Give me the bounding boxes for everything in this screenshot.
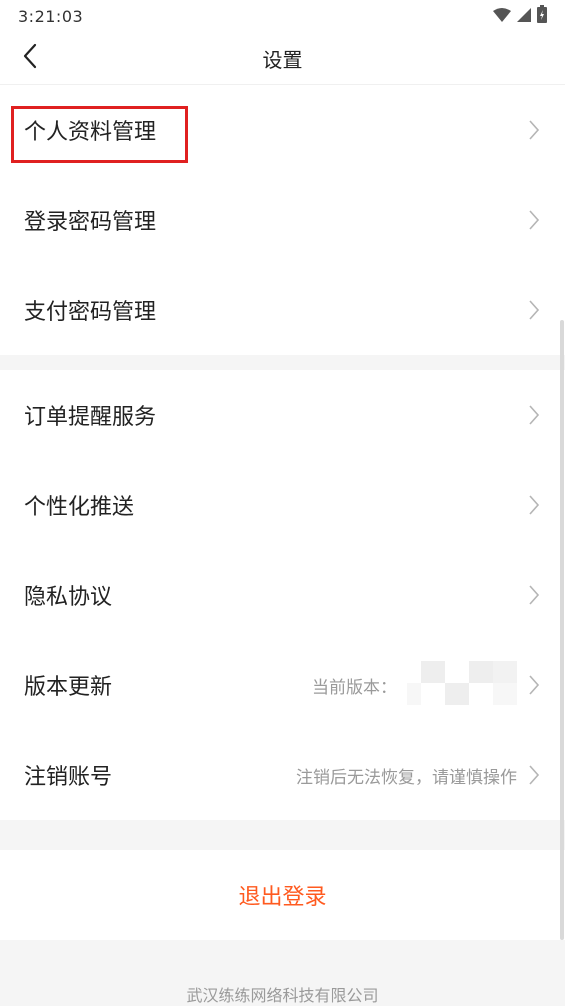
row-personalized-push[interactable]: 个性化推送	[0, 460, 565, 550]
settings-group-account: 个人资料管理 登录密码管理 支付密码管理	[0, 85, 565, 355]
row-privacy-agreement[interactable]: 隐私协议	[0, 550, 565, 640]
signal-icon	[517, 7, 531, 26]
row-order-reminder[interactable]: 订单提醒服务	[0, 370, 565, 460]
row-cancel-account[interactable]: 注销账号 注销后无法恢复，请谨慎操作	[0, 730, 565, 820]
row-payment-password[interactable]: 支付密码管理	[0, 265, 565, 355]
chevron-right-icon	[527, 493, 541, 517]
section-gap	[0, 355, 565, 370]
company-name: 武汉练练网络科技有限公司	[186, 986, 379, 1005]
back-arrow-icon	[22, 43, 38, 73]
row-label: 隐私协议	[24, 585, 113, 610]
scrollbar[interactable]	[560, 320, 564, 940]
page-title: 设置	[262, 47, 303, 72]
row-label: 登录密码管理	[24, 210, 157, 235]
chevron-right-icon	[527, 118, 541, 142]
chevron-right-icon	[527, 298, 541, 322]
row-label: 支付密码管理	[24, 300, 157, 325]
row-label: 个人资料管理	[24, 120, 157, 145]
row-version-update[interactable]: 版本更新 当前版本：	[0, 640, 565, 730]
nav-bar: 设置	[0, 32, 565, 84]
chevron-right-icon	[527, 763, 541, 787]
cancel-account-warning: 注销后无法恢复，请谨慎操作	[296, 767, 517, 788]
chevron-right-icon	[527, 403, 541, 427]
row-label: 订单提醒服务	[24, 405, 157, 430]
version-number-redacted	[407, 661, 517, 709]
chevron-right-icon	[527, 673, 541, 697]
battery-icon	[537, 5, 547, 27]
section-gap	[0, 820, 565, 850]
wifi-icon	[493, 7, 511, 26]
row-label: 版本更新	[24, 675, 113, 700]
row-login-password[interactable]: 登录密码管理	[0, 175, 565, 265]
footer: 武汉练练网络科技有限公司	[0, 940, 565, 1005]
logout-label: 退出登录	[238, 885, 327, 910]
chevron-right-icon	[527, 583, 541, 607]
settings-group-general: 订单提醒服务 个性化推送 隐私协议 版本更新 当前版本： 注销账号 注销后无法恢…	[0, 370, 565, 820]
row-profile-management[interactable]: 个人资料管理	[0, 85, 565, 175]
row-label: 注销账号	[24, 765, 113, 790]
chevron-right-icon	[527, 208, 541, 232]
status-bar: 3:21:03	[0, 0, 565, 32]
current-version-label: 当前版本：	[312, 677, 397, 698]
status-time: 3:21:03	[18, 6, 84, 26]
back-button[interactable]	[14, 42, 46, 74]
row-label: 个性化推送	[24, 495, 135, 520]
status-icons	[493, 5, 547, 27]
logout-button[interactable]: 退出登录	[0, 850, 565, 940]
